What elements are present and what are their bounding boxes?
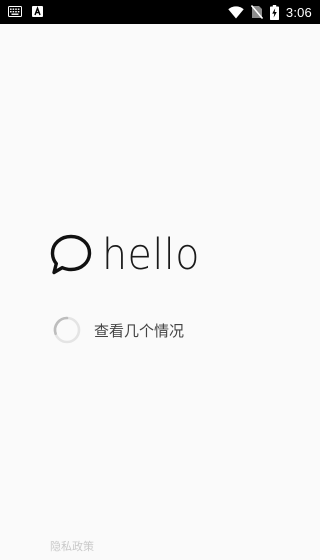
privacy-policy-link[interactable]: 隐私政策	[50, 538, 94, 554]
no-sim-icon	[250, 5, 263, 19]
loading-text: 查看几个情况	[94, 321, 185, 340]
status-bar-notifications	[8, 6, 43, 17]
chat-bubble-icon	[50, 234, 92, 275]
wifi-icon	[228, 5, 244, 18]
keyboard-icon	[8, 6, 22, 17]
status-bar-system: 3:06	[228, 2, 312, 22]
splash-screen: 3:06 hello 查看几个情况 隐私政策	[0, 0, 320, 560]
status-bar-time: 3:06	[285, 4, 312, 20]
loading-indicator: 查看几个情况	[52, 315, 184, 345]
status-bar: 3:06	[0, 0, 320, 24]
app-a-icon	[32, 6, 43, 17]
app-logo: hello	[48, 232, 208, 278]
battery-charging-icon	[269, 4, 279, 20]
logo-wordmark: hello	[102, 230, 200, 280]
spinner-icon	[53, 316, 81, 344]
